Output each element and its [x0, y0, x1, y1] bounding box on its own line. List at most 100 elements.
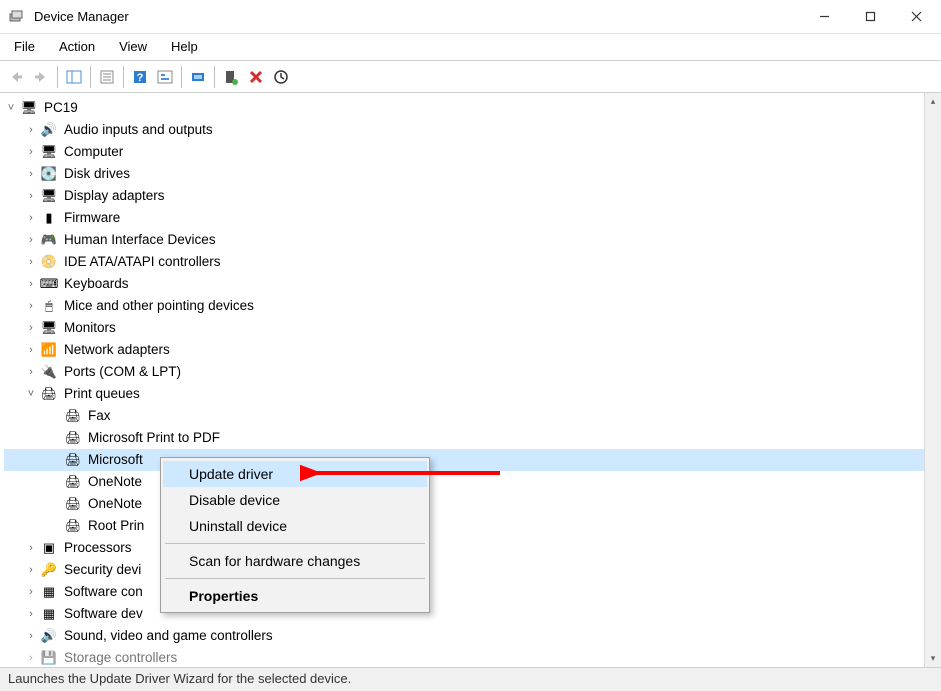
tree-node-label: PC19	[42, 98, 80, 118]
mouse-icon: 🖱	[40, 297, 58, 315]
close-button[interactable]	[893, 1, 939, 33]
expand-toggle[interactable]: ˅	[24, 384, 38, 404]
tree-category-node[interactable]: ›🖥Display adapters	[4, 185, 941, 207]
expand-toggle[interactable]: ˅	[4, 98, 18, 118]
context-menu-separator	[165, 543, 425, 544]
menu-help[interactable]: Help	[161, 36, 208, 57]
status-text: Launches the Update Driver Wizard for th…	[8, 671, 351, 686]
tree-node-label: IDE ATA/ATAPI controllers	[62, 252, 223, 272]
expand-toggle[interactable]: ›	[24, 538, 38, 558]
tree-category-node[interactable]: ›📀IDE ATA/ATAPI controllers	[4, 251, 941, 273]
expand-toggle[interactable]: ›	[24, 208, 38, 228]
tree-node-label: Network adapters	[62, 340, 172, 360]
tree-category-node[interactable]: ›🎮Human Interface Devices	[4, 229, 941, 251]
tree-category-node[interactable]: ›▣Processors	[4, 537, 941, 559]
expand-toggle[interactable]: ›	[24, 560, 38, 580]
device-tree[interactable]: ˅🖥PC19›🔊Audio inputs and outputs›🖥Comput…	[0, 93, 941, 667]
tree-category-node[interactable]: ›⌨Keyboards	[4, 273, 941, 295]
printer-icon: 🖨	[64, 451, 82, 469]
expand-toggle[interactable]: ›	[24, 626, 38, 646]
scroll-up-arrow[interactable]: ▴	[925, 93, 941, 110]
menu-file[interactable]: File	[4, 36, 45, 57]
properties-button[interactable]	[95, 65, 119, 89]
tree-category-node[interactable]: ›🖱Mice and other pointing devices	[4, 295, 941, 317]
monitor-icon: 🖥	[40, 319, 58, 337]
tree-category-node[interactable]: ›🖥Computer	[4, 141, 941, 163]
expand-toggle[interactable]: ›	[24, 186, 38, 206]
maximize-button[interactable]	[847, 1, 893, 33]
storage-icon: 💾	[40, 649, 58, 667]
network-icon: 📶	[40, 341, 58, 359]
update-driver-button[interactable]	[219, 65, 243, 89]
back-button[interactable]	[4, 65, 28, 89]
expand-toggle[interactable]: ›	[24, 362, 38, 382]
tree-category-node[interactable]: ›📶Network adapters	[4, 339, 941, 361]
tree-category-node[interactable]: ›▦Software dev	[4, 603, 941, 625]
scroll-down-arrow[interactable]: ▾	[925, 650, 941, 667]
scan-hardware-button[interactable]	[186, 65, 210, 89]
expand-toggle[interactable]: ›	[24, 604, 38, 624]
expand-toggle[interactable]: ›	[24, 296, 38, 316]
content-area: ˅🖥PC19›🔊Audio inputs and outputs›🖥Comput…	[0, 93, 941, 667]
expand-toggle[interactable]: ›	[24, 252, 38, 272]
tree-category-node[interactable]: ›💾Storage controllers	[4, 647, 941, 667]
printer-icon: 🖨	[64, 407, 82, 425]
tree-node-label: Sound, video and game controllers	[62, 626, 275, 646]
tree-node-label: Fax	[86, 406, 113, 426]
expand-toggle[interactable]: ›	[24, 230, 38, 250]
tree-device-node[interactable]: 🖨Fax	[4, 405, 941, 427]
minimize-button[interactable]	[801, 1, 847, 33]
tree-category-node[interactable]: ›▦Software con	[4, 581, 941, 603]
tree-category-node[interactable]: ›🖥Monitors	[4, 317, 941, 339]
tree-node-label: Monitors	[62, 318, 118, 338]
expand-toggle[interactable]: ›	[24, 648, 38, 667]
svg-text:?: ?	[137, 72, 144, 84]
expand-toggle[interactable]: ›	[24, 142, 38, 162]
tree-node-label: Storage controllers	[62, 648, 179, 667]
tree-node-label: OneNote	[86, 494, 144, 514]
expand-toggle[interactable]: ›	[24, 274, 38, 294]
context-menu-separator	[165, 578, 425, 579]
toolbar-separator	[181, 66, 182, 88]
help-button[interactable]: ?	[128, 65, 152, 89]
expand-toggle[interactable]: ›	[24, 120, 38, 140]
tree-category-node[interactable]: ›▮Firmware	[4, 207, 941, 229]
tree-root-node[interactable]: ˅🖥PC19	[4, 97, 941, 119]
disable-device-button[interactable]	[269, 65, 293, 89]
menu-view[interactable]: View	[109, 36, 157, 57]
tree-category-node[interactable]: ›🔊Audio inputs and outputs	[4, 119, 941, 141]
expand-toggle[interactable]: ›	[24, 318, 38, 338]
tree-node-label: Print queues	[62, 384, 142, 404]
action-button[interactable]	[153, 65, 177, 89]
expand-toggle[interactable]: ›	[24, 582, 38, 602]
context-menu-item-scan-for-hardware-changes[interactable]: Scan for hardware changes	[163, 548, 427, 574]
expand-toggle[interactable]: ›	[24, 164, 38, 184]
toolbar: ?	[0, 61, 941, 93]
printer-icon: 🖨	[64, 495, 82, 513]
show-hide-console-tree-button[interactable]	[62, 65, 86, 89]
toolbar-separator	[57, 66, 58, 88]
vertical-scrollbar[interactable]: ▴ ▾	[924, 93, 941, 667]
computer-icon: 🖥	[40, 143, 58, 161]
context-menu-item-properties[interactable]: Properties	[163, 583, 427, 609]
security-icon: 🔑	[40, 561, 58, 579]
forward-button[interactable]	[29, 65, 53, 89]
tree-node-label: Microsoft Print to PDF	[86, 428, 222, 448]
tree-device-node[interactable]: 🖨Root Prin	[4, 515, 941, 537]
tree-category-node[interactable]: ›💽Disk drives	[4, 163, 941, 185]
sound-icon: 🔊	[40, 627, 58, 645]
tree-node-label: Keyboards	[62, 274, 131, 294]
menu-action[interactable]: Action	[49, 36, 105, 57]
printer-icon: 🖨	[64, 429, 82, 447]
tree-category-node[interactable]: ˅🖨Print queues	[4, 383, 941, 405]
uninstall-device-button[interactable]	[244, 65, 268, 89]
context-menu-item-disable-device[interactable]: Disable device	[163, 487, 427, 513]
expand-toggle[interactable]: ›	[24, 340, 38, 360]
tree-category-node[interactable]: ›🔑Security devi	[4, 559, 941, 581]
tree-category-node[interactable]: ›🔌Ports (COM & LPT)	[4, 361, 941, 383]
context-menu-item-uninstall-device[interactable]: Uninstall device	[163, 513, 427, 539]
tree-device-node[interactable]: 🖨OneNote	[4, 493, 941, 515]
tree-category-node[interactable]: ›🔊Sound, video and game controllers	[4, 625, 941, 647]
printq-icon: 🖨	[40, 385, 58, 403]
tree-device-node[interactable]: 🖨Microsoft Print to PDF	[4, 427, 941, 449]
